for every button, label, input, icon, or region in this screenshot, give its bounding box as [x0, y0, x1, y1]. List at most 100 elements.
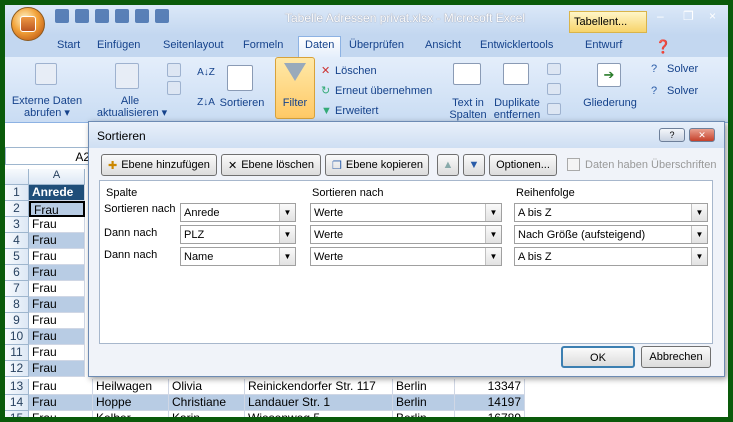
connections-icon[interactable] — [167, 63, 181, 77]
table-cell[interactable]: Christiane — [169, 395, 245, 411]
row-header[interactable]: 8 — [5, 297, 29, 313]
what-if-icon[interactable] — [547, 103, 561, 115]
level-sort-on-select[interactable]: Werte ▼ — [310, 203, 502, 222]
row-header[interactable]: 3 — [5, 217, 29, 233]
tab-einfuegen[interactable]: Einfügen — [97, 39, 140, 51]
row-header[interactable]: 1 — [5, 185, 29, 201]
tab-entwurf[interactable]: Entwurf — [585, 39, 622, 51]
properties-icon[interactable] — [167, 81, 181, 95]
table-cell[interactable]: Frau — [29, 379, 93, 395]
table-cell[interactable]: Landauer Str. 1 — [245, 395, 393, 411]
table-cell[interactable]: 16789 — [455, 411, 525, 417]
tab-ansicht[interactable]: Ansicht — [425, 39, 461, 51]
erneut-uebernehmen-button[interactable]: Erneut übernehmen — [335, 85, 432, 97]
duplikate-label[interactable]: Duplikate — [491, 97, 543, 109]
table-cell[interactable]: Olivia — [169, 379, 245, 395]
externe-daten-label[interactable]: Externe Daten — [7, 95, 87, 107]
alle-label[interactable]: Alle — [95, 95, 165, 107]
table-cell[interactable]: Heilwagen — [93, 379, 169, 395]
solver-button-2[interactable]: Solver — [667, 85, 698, 97]
table-cell[interactable]: Frau — [29, 249, 85, 265]
row-header[interactable]: 13 — [5, 379, 29, 395]
table-cell[interactable]: Kelber — [93, 411, 169, 417]
tab-ueberpruefen[interactable]: Überprüfen — [349, 39, 404, 51]
undo-icon[interactable] — [75, 9, 89, 23]
row-header[interactable]: 11 — [5, 345, 29, 361]
table-cell[interactable]: Frau — [29, 329, 85, 345]
select-all[interactable] — [5, 169, 29, 185]
table-cell[interactable]: Frau — [29, 313, 85, 329]
table-cell[interactable]: Frau — [29, 217, 85, 233]
externe-daten-dropdown[interactable]: abrufen ▾ — [7, 107, 87, 119]
ok-button[interactable]: OK — [561, 346, 635, 368]
spalten-label[interactable]: Spalten — [445, 109, 491, 121]
consolidate-icon[interactable] — [547, 83, 561, 95]
table-cell[interactable]: Hoppe — [93, 395, 169, 411]
has-headers-checkbox[interactable] — [567, 158, 580, 171]
save-icon[interactable] — [55, 9, 69, 23]
options-button[interactable]: Optionen... — [489, 154, 557, 176]
delete-level-button[interactable]: ✕ Ebene löschen — [221, 154, 321, 176]
row-header[interactable]: 7 — [5, 281, 29, 297]
dialog-help-button[interactable]: ? — [659, 128, 685, 142]
move-up-button[interactable]: ▲ — [437, 154, 459, 176]
level-order-select[interactable]: A bis Z ▼ — [514, 203, 708, 222]
minimize-button[interactable]: – — [657, 9, 664, 23]
table-cell[interactable]: Frau — [29, 361, 85, 377]
table-cell[interactable]: 14197 — [455, 395, 525, 411]
print-preview-icon[interactable] — [155, 9, 169, 23]
row-header[interactable]: 6 — [5, 265, 29, 281]
move-down-button[interactable]: ▼ — [463, 154, 485, 176]
tab-seitenlayout[interactable]: Seitenlayout — [163, 39, 224, 51]
row-header[interactable]: 9 — [5, 313, 29, 329]
restore-button[interactable]: ❐ — [683, 9, 694, 23]
level-sort-on-select[interactable]: Werte ▼ — [310, 247, 502, 266]
loeschen-button[interactable]: Löschen — [335, 65, 377, 77]
table-cell[interactable]: Reinickendorfer Str. 117 — [245, 379, 393, 395]
table-cell[interactable]: Berlin — [393, 379, 455, 395]
table-cell[interactable]: Frau — [29, 281, 85, 297]
table-cell[interactable]: Frau — [29, 201, 85, 217]
name-box[interactable]: A2 — [5, 147, 95, 165]
row-header[interactable]: 4 — [5, 233, 29, 249]
sortieren-button[interactable]: Sortieren — [217, 97, 267, 109]
tab-daten[interactable]: Daten — [298, 36, 342, 58]
help-icon[interactable]: ❓ — [655, 39, 671, 55]
row-header[interactable]: 14 — [5, 395, 29, 411]
office-button[interactable] — [11, 7, 45, 41]
row-header[interactable]: 10 — [5, 329, 29, 345]
validation-icon[interactable] — [547, 63, 561, 75]
row-header[interactable]: 5 — [5, 249, 29, 265]
level-column-select[interactable]: PLZ ▼ — [180, 225, 296, 244]
table-cell[interactable]: Wiesenweg 5 — [245, 411, 393, 417]
erweitert-button[interactable]: Erweitert — [335, 105, 378, 117]
context-tab-label[interactable]: Tabellent... — [569, 11, 647, 33]
text-in-label[interactable]: Text in — [445, 97, 491, 109]
tab-start[interactable]: Start — [57, 39, 80, 51]
dialog-close-button[interactable]: ✕ — [689, 128, 715, 142]
open-icon[interactable] — [135, 9, 149, 23]
add-level-button[interactable]: ✚ Ebene hinzufügen — [101, 154, 217, 176]
table-cell[interactable]: Frau — [29, 233, 85, 249]
aktualisieren-dropdown[interactable]: aktualisieren ▾ — [87, 107, 177, 119]
gliederung-button[interactable]: Gliederung — [579, 97, 641, 109]
new-icon[interactable] — [115, 9, 129, 23]
level-column-select[interactable]: Name ▼ — [180, 247, 296, 266]
entfernen-label[interactable]: entfernen — [491, 109, 543, 121]
table-cell[interactable]: Frau — [29, 345, 85, 361]
filter-label[interactable]: Filter — [275, 97, 315, 109]
table-cell[interactable]: Frau — [29, 411, 93, 417]
row-header[interactable]: 2 — [5, 201, 29, 217]
header-cell-anrede[interactable]: Anrede — [29, 185, 85, 201]
tab-formeln[interactable]: Formeln — [243, 39, 283, 51]
sort-az-icon[interactable]: A↓Z — [197, 67, 215, 79]
level-order-select[interactable]: Nach Größe (aufsteigend) ▼ — [514, 225, 708, 244]
table-cell[interactable]: Frau — [29, 297, 85, 313]
solver-button-1[interactable]: Solver — [667, 63, 698, 75]
sort-za-icon[interactable]: Z↓A — [197, 97, 215, 109]
table-cell[interactable]: Frau — [29, 265, 85, 281]
row-header[interactable]: 12 — [5, 361, 29, 377]
table-cell[interactable]: Karin — [169, 411, 245, 417]
copy-level-button[interactable]: ❐ Ebene kopieren — [325, 154, 429, 176]
cancel-button[interactable]: Abbrechen — [641, 346, 711, 368]
